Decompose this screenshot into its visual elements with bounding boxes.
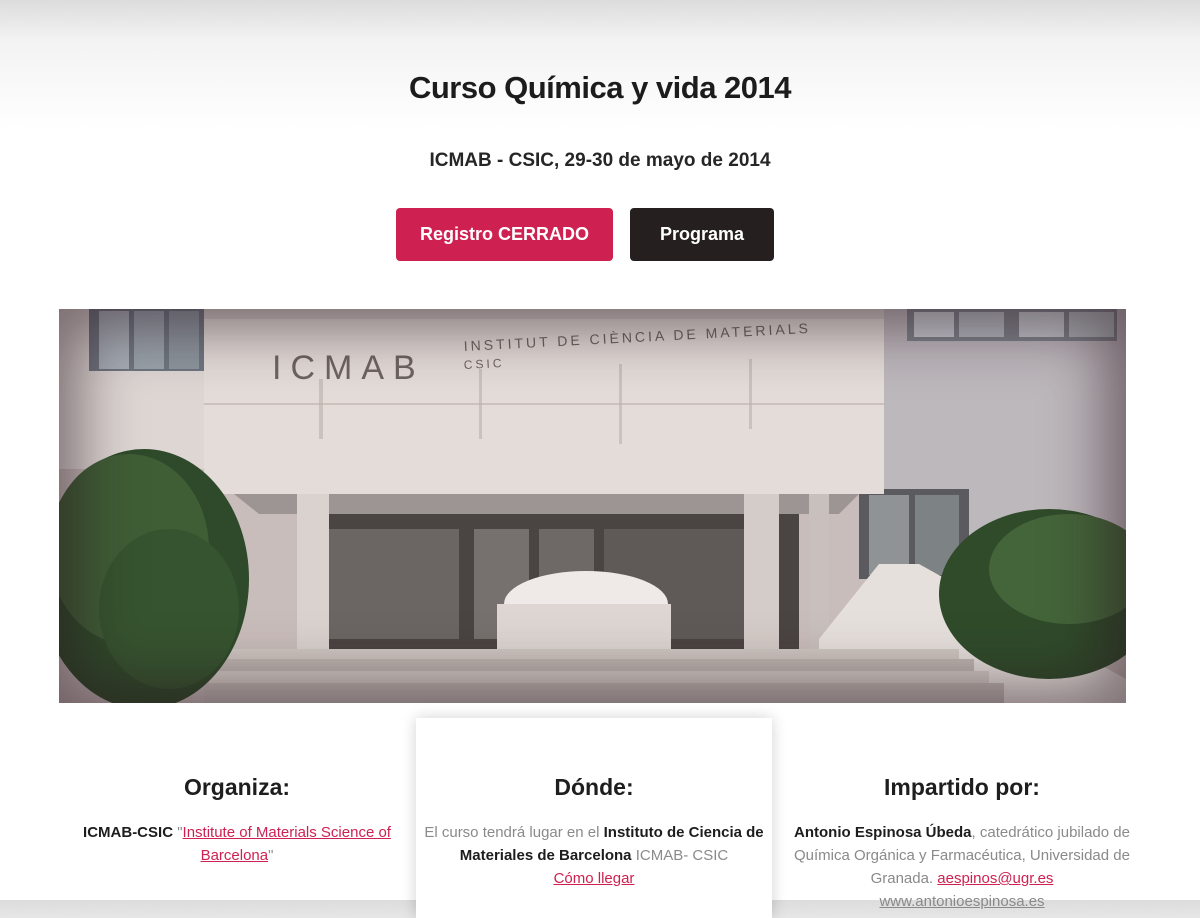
building-photo: ICMAB INSTITUT DE CIÈNCIA DE MATERIALS C…	[59, 309, 1126, 703]
donde-heading: Dónde:	[554, 774, 634, 800]
registro-button[interactable]: Registro CERRADO	[396, 208, 613, 261]
impartido-web-link[interactable]: www.antonioespinosa.es	[879, 893, 1044, 910]
organiza-text: ICMAB-CSIC "Institute of Materials Scien…	[67, 821, 407, 867]
donde-text-post: ICMAB- CSIC	[631, 847, 729, 864]
organiza-heading: Organiza:	[183, 774, 291, 800]
donde-text: El curso tendrá lugar en el Instituto de…	[424, 821, 764, 890]
organiza-column: Organiza: ICMAB-CSIC "Institute of Mater…	[59, 718, 415, 918]
impartido-email-link[interactable]: aespinos@ugr.es	[937, 870, 1053, 887]
hero-section: Curso Química y vida 2014 ICMAB - CSIC, …	[0, 0, 1200, 300]
icmab-building-illustration: ICMAB INSTITUT DE CIÈNCIA DE MATERIALS C…	[59, 309, 1126, 703]
como-llegar-link[interactable]: Cómo llegar	[554, 870, 635, 887]
impartido-name: Antonio Espinosa Úbeda	[794, 824, 972, 841]
impartido-text: Antonio Espinosa Úbeda, catedrático jubi…	[792, 821, 1132, 913]
event-subtitle: ICMAB - CSIC, 29-30 de mayo de 2014	[429, 150, 771, 171]
impartido-heading: Impartido por:	[884, 774, 1040, 800]
photo-sign-line2: CSIC	[463, 356, 504, 372]
organiza-quote-close: "	[268, 847, 274, 864]
donde-text-pre: El curso tendrá lugar en el	[424, 824, 604, 841]
page-title: Curso Química y vida 2014	[408, 70, 792, 105]
photo-sign-main: ICMAB	[272, 349, 425, 387]
organiza-quote-open: "	[173, 824, 183, 841]
programa-button[interactable]: Programa	[630, 208, 774, 261]
donde-column: Dónde: El curso tendrá lugar en el Insti…	[416, 718, 772, 918]
impartido-column: Impartido por: Antonio Espinosa Úbeda, c…	[784, 718, 1140, 918]
organiza-org: ICMAB-CSIC	[83, 824, 174, 841]
organiza-link[interactable]: Institute of Materials Science of Barcel…	[183, 824, 391, 864]
